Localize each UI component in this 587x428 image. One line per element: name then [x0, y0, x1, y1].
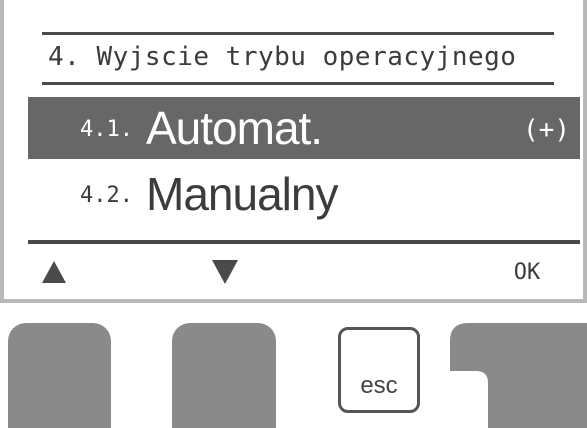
- down-button[interactable]: [172, 323, 276, 428]
- selected-marker: (+): [523, 115, 570, 145]
- menu-title: 4. Wyjscie trybu operacyjnego: [48, 42, 517, 72]
- footer-divider: [28, 240, 580, 244]
- up-button[interactable]: [8, 323, 111, 428]
- menu-item-label: Automat.: [146, 102, 323, 154]
- ok-softkey: OK: [513, 259, 541, 285]
- triangle-up-icon: [42, 261, 66, 283]
- ok-button[interactable]: [450, 323, 587, 428]
- menu-item-automat[interactable]: 4.1. Automat. (+): [28, 97, 580, 159]
- menu-item-label: Manualny: [146, 168, 338, 220]
- esc-button[interactable]: esc: [338, 327, 420, 413]
- header-divider-top: [42, 32, 554, 35]
- triangle-down-icon: [212, 260, 238, 284]
- header-divider-bottom: [42, 82, 554, 85]
- display-screen: 4. Wyjscie trybu operacyjnego 4.1. Autom…: [0, 0, 587, 303]
- up-softkey: [34, 252, 74, 292]
- menu-item-manualny[interactable]: 4.2. Manualny: [28, 163, 580, 225]
- menu-item-number: 4.2.: [80, 183, 133, 208]
- esc-label: esc: [360, 372, 398, 399]
- down-softkey: [202, 252, 248, 292]
- menu-item-number: 4.1.: [80, 117, 133, 142]
